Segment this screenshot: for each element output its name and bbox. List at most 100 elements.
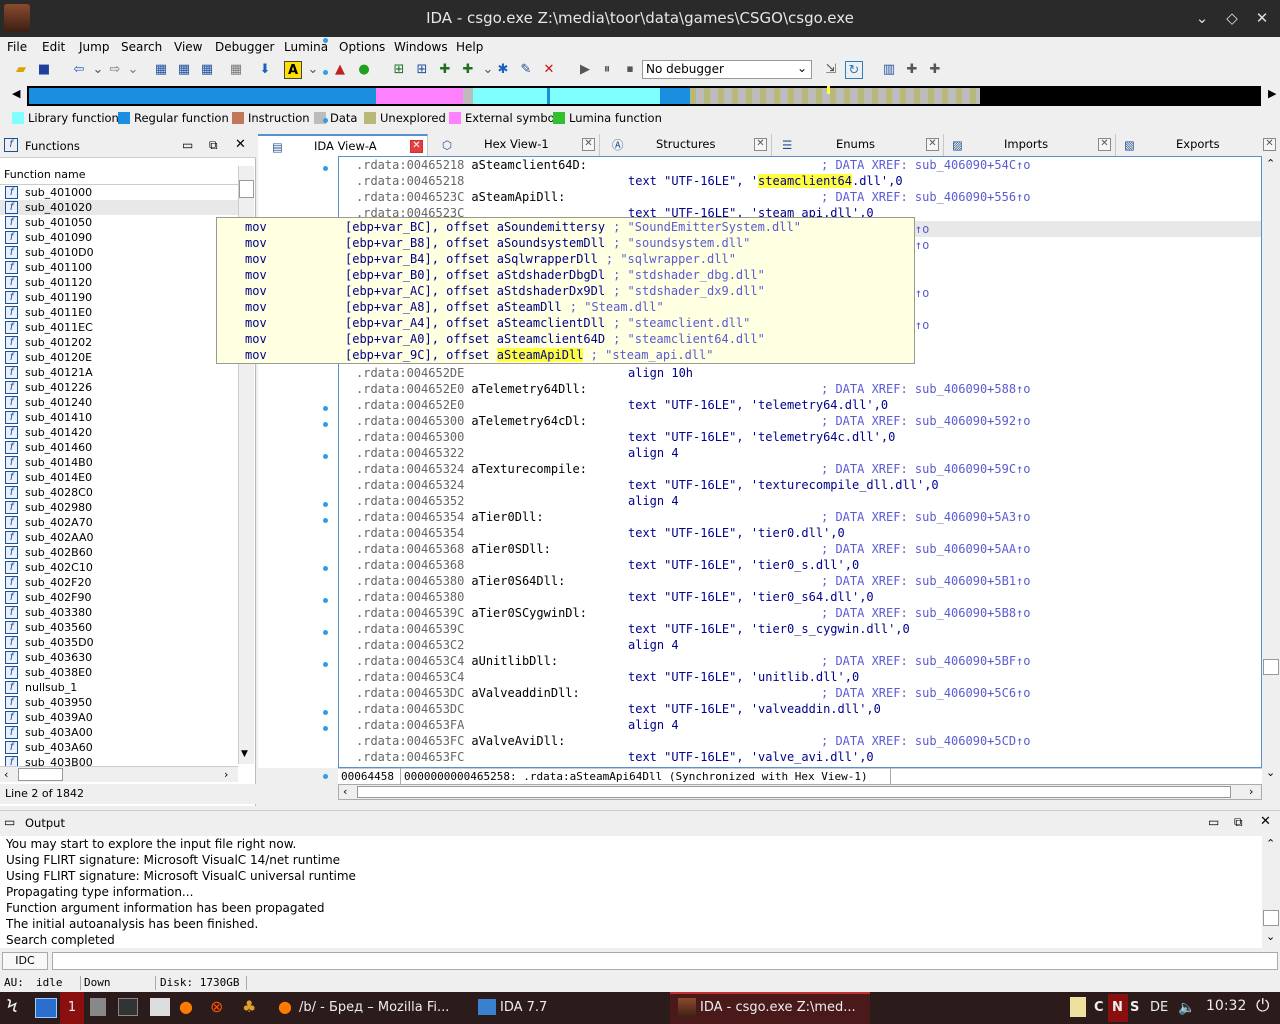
xref-comment[interactable]: ; DATA XREF: sub_406090+59C↑o (821, 461, 1031, 477)
disassembly-vscroll[interactable]: ⌃ ⌄ (1262, 156, 1280, 784)
clipboard-icon[interactable] (1070, 997, 1086, 1017)
pause-icon[interactable]: ⏸ (598, 61, 616, 79)
function-list-item[interactable]: f sub_401410 (0, 410, 238, 425)
binary-search-icon[interactable]: ▦ (152, 61, 170, 79)
breakpoints-icon[interactable]: ▥ (880, 61, 898, 79)
function-list-item[interactable]: f sub_401050 (0, 215, 238, 230)
code-label[interactable]: aValveaddinDll: (471, 686, 579, 700)
keyboard-layout[interactable]: DE (1150, 1000, 1168, 1015)
code-instruction[interactable]: align 10h (628, 365, 693, 381)
tab-close-icon[interactable]: ✕ (582, 138, 595, 151)
code-label[interactable]: aTier0SCygwinDl: (471, 606, 587, 620)
code-line[interactable]: .rdata:004653DC aValveaddinDll: ; DATA XRE… (356, 685, 1256, 701)
delete-icon[interactable]: ✕ (540, 61, 558, 79)
xref-comment[interactable]: ; DATA XREF: sub_406090+5B8↑o (821, 605, 1031, 621)
code-line[interactable]: .rdata:00465354 aTier0Dll: ; DATA XREF: su… (356, 509, 1256, 525)
code-line[interactable]: .rdata:004653FC text "UTF-16LE", 'valve_a… (356, 749, 1256, 765)
attach-icon[interactable]: ⇲ (822, 61, 840, 79)
editor-icon[interactable] (150, 998, 170, 1016)
code-line[interactable]: .rdata:004652E0 text "UTF-16LE", 'telemet… (356, 397, 1256, 413)
function-list-item[interactable]: f sub_401000 (0, 185, 238, 200)
function-list-item[interactable]: f sub_403A60 (0, 740, 238, 755)
code-instruction[interactable]: text "UTF-16LE", 'tier0_s64.dll',0 (628, 589, 874, 605)
code-label[interactable]: aTier0S64Dll: (471, 574, 565, 588)
function-list-item[interactable]: f sub_403560 (0, 620, 238, 635)
menu-file[interactable]: File (7, 40, 27, 54)
function-list-item[interactable]: f sub_4028C0 (0, 485, 238, 500)
code-line[interactable]: .rdata:004653FA align 4 (356, 717, 1256, 733)
function-list-item[interactable]: f sub_402F20 (0, 575, 238, 590)
function-list-item[interactable]: f sub_401202 (0, 335, 238, 350)
code-line[interactable]: .rdata:0046539C text "UTF-16LE", 'tier0_s… (356, 621, 1256, 637)
tab-hex-view-1[interactable]: ⬡ Hex View-1 ✕ (430, 134, 600, 156)
save-icon[interactable]: ■ (35, 61, 53, 79)
hscroll-thumb[interactable] (357, 786, 1231, 798)
tab-close-icon[interactable]: ✕ (754, 138, 767, 151)
function-list-item[interactable]: f sub_401020 (0, 200, 238, 215)
code-line[interactable]: .rdata:00465324 text "UTF-16LE", 'texture… (356, 477, 1256, 493)
tab-close-icon[interactable]: ✕ (1263, 138, 1276, 151)
code-line[interactable]: .rdata:004652E0 aTelemetry64Dll: ; DATA XR… (356, 381, 1256, 397)
code-line[interactable]: .rdata:0046523C aSteamApiDll: ; DATA XREF:… (356, 189, 1256, 205)
nav-left-arrow-icon[interactable]: ◀ (12, 87, 20, 100)
code-instruction[interactable]: text "UTF-16LE", 'unitlib.dll',0 (628, 669, 859, 685)
scroll-right-icon[interactable]: › (1249, 785, 1253, 798)
code-line[interactable]: .rdata:00465354 text "UTF-16LE", 'tier0.d… (356, 525, 1256, 541)
function-list-item[interactable]: f sub_401420 (0, 425, 238, 440)
function-list-item[interactable]: f sub_403380 (0, 605, 238, 620)
tab-enums[interactable]: ☰ Enums ✕ (774, 134, 944, 156)
scroll-up-icon[interactable]: ⌃ (1266, 837, 1275, 850)
nav-right-arrow-icon[interactable]: ▶ (1268, 87, 1276, 100)
function-list-item[interactable]: f sub_403630 (0, 650, 238, 665)
code-line[interactable]: .rdata:00465368 aTier0SDll: ; DATA XREF: s… (356, 541, 1256, 557)
menu-edit[interactable]: Edit (42, 40, 65, 54)
workspace-icon[interactable] (35, 998, 57, 1018)
code-label[interactable]: aTier0Dll: (471, 510, 543, 524)
scroll-left-icon[interactable]: ‹ (4, 768, 8, 781)
debugger-select[interactable]: No debugger ⌄ (642, 60, 812, 79)
function-list-item[interactable]: f sub_4014B0 (0, 455, 238, 470)
code-line[interactable]: .rdata:004653DC text "UTF-16LE", 'valvead… (356, 701, 1256, 717)
function-list-hscroll[interactable]: ‹ › (0, 766, 238, 782)
xref-comment[interactable]: ; DATA XREF: sub_406090+556↑o (821, 189, 1031, 205)
workspace-number[interactable]: 1 (60, 992, 84, 1024)
function-add-icon[interactable]: ✚ (436, 61, 454, 79)
text-search-icon[interactable]: ▦ (175, 61, 193, 79)
function-list-item[interactable]: f nullsub_1 (0, 680, 238, 695)
code-line[interactable]: .rdata:004653FC aValveAviDll: ; DATA XREF:… (356, 733, 1256, 749)
scroll-down-icon[interactable]: ⌄ (1266, 766, 1275, 779)
code-line[interactable]: .rdata:0046539C aTier0SCygwinDl: ; DATA XR… (356, 605, 1256, 621)
code-line[interactable]: .rdata:00465300 aTelemetry64cDl: ; DATA XR… (356, 413, 1256, 429)
scroll-left-icon[interactable]: ‹ (343, 785, 347, 798)
xref-comment[interactable]: ; DATA XREF: sub_406090+54C↑o (821, 157, 1031, 173)
menu-lumina[interactable]: Lumina (284, 40, 328, 54)
code-instruction[interactable]: text "UTF-16LE", 'tier0_s.dll',0 (628, 557, 859, 573)
code-line[interactable]: .rdata:00465324 aTexturecompile: ; DATA XR… (356, 461, 1256, 477)
function-list-item[interactable]: f sub_402C10 (0, 560, 238, 575)
tab-close-icon[interactable]: ✕ (926, 138, 939, 151)
function-list-item[interactable]: f sub_401120 (0, 275, 238, 290)
function-list-item[interactable]: f sub_402980 (0, 500, 238, 515)
xref-icon[interactable]: ✚ (459, 61, 477, 79)
code-line[interactable]: .rdata:004653C4 text "UTF-16LE", 'unitlib… (356, 669, 1256, 685)
function-list-item[interactable]: f sub_40121A (0, 365, 238, 380)
xref-comment[interactable]: ; DATA XREF: sub_406090+5AA↑o (821, 541, 1031, 557)
menu-jump[interactable]: Jump (79, 40, 109, 54)
function-list-item[interactable]: f sub_401226 (0, 380, 238, 395)
function-list-item[interactable]: f sub_401090 (0, 230, 238, 245)
code-line[interactable]: .rdata:00465300 text "UTF-16LE", 'telemet… (356, 429, 1256, 445)
code-line[interactable]: .rdata:004653C2 align 4 (356, 637, 1256, 653)
tab-structures[interactable]: Ⓐ Structures ✕ (602, 134, 772, 156)
back-icon[interactable]: ⇦ (70, 61, 88, 79)
panel-float-icon[interactable]: ⧉ (209, 138, 218, 153)
xref-comment[interactable]: ; DATA XREF: sub_406090+5B1↑o (821, 573, 1031, 589)
step-icon[interactable]: ↻ (845, 61, 863, 79)
function-list-item[interactable]: f sub_4035D0 (0, 635, 238, 650)
graph-icon[interactable]: ▲ (331, 61, 349, 79)
code-label[interactable]: aTelemetry64cDl: (471, 414, 587, 428)
back-dropdown-icon[interactable]: ⌄ (89, 61, 107, 79)
code-instruction[interactable]: text "UTF-16LE", 'steamclient64.dll',0 (628, 173, 903, 189)
output-vscroll[interactable]: ⌃ ⌄ (1262, 836, 1280, 948)
code-instruction[interactable]: text "UTF-16LE", 'telemetry64.dll',0 (628, 397, 888, 413)
xref-comment[interactable]: ; DATA XREF: sub_406090+5CD↑o (821, 733, 1031, 749)
